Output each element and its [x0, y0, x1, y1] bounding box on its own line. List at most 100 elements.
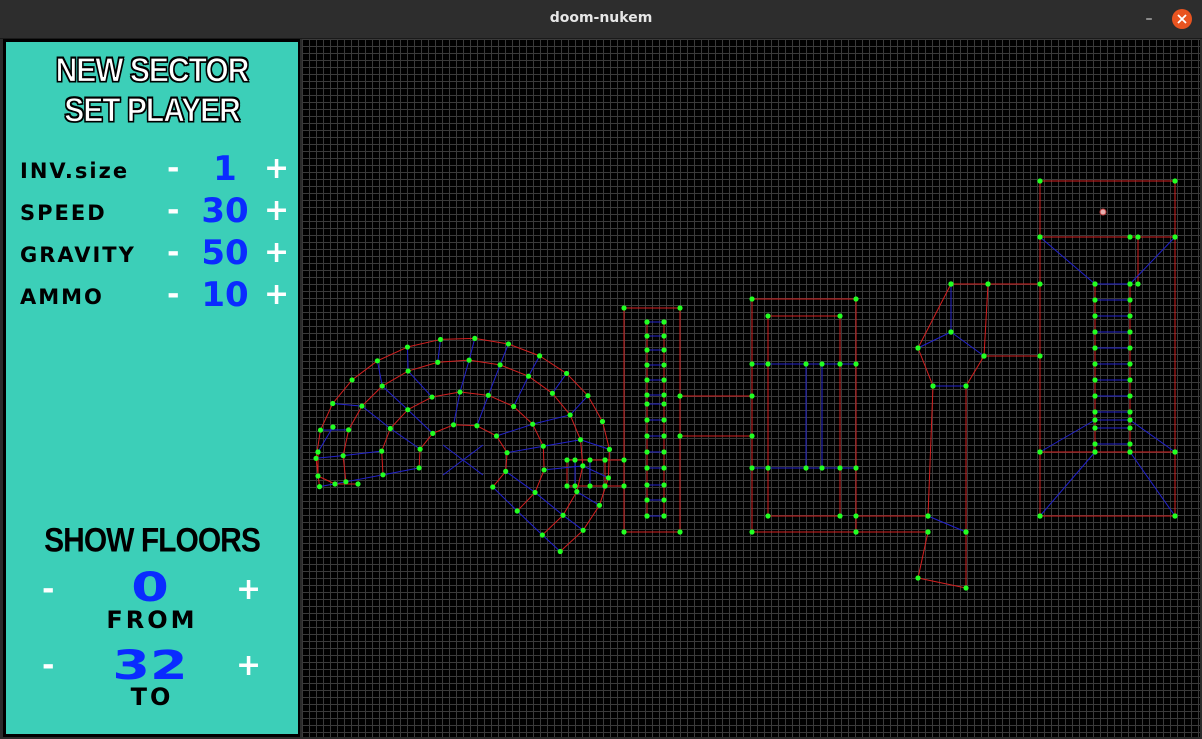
portal-line[interactable]	[1039, 419, 1096, 453]
wall-line[interactable]	[407, 338, 441, 348]
new-sector-button[interactable]: NEW SECTOR	[6, 51, 298, 90]
wall-line[interactable]	[917, 531, 929, 579]
vertex[interactable]	[1127, 417, 1133, 423]
vertex[interactable]	[837, 465, 843, 471]
vertex[interactable]	[621, 529, 627, 535]
vertex[interactable]	[485, 392, 491, 398]
gravity-plus-button[interactable]: +	[264, 238, 289, 268]
vertex[interactable]	[564, 457, 570, 463]
portal-line[interactable]	[315, 455, 344, 459]
wall-line[interactable]	[419, 433, 434, 450]
portal-line[interactable]	[381, 385, 409, 411]
vertex[interactable]	[457, 389, 463, 395]
player-marker[interactable]	[1099, 208, 1107, 216]
vertex[interactable]	[837, 361, 843, 367]
wall-line[interactable]	[582, 505, 600, 531]
portal-line[interactable]	[376, 360, 383, 387]
vertex[interactable]	[644, 497, 650, 503]
wall-line[interactable]	[389, 409, 409, 429]
vertex[interactable]	[560, 512, 566, 518]
wall-line[interactable]	[516, 492, 536, 512]
wall-line[interactable]	[496, 435, 508, 453]
vertex[interactable]	[530, 421, 536, 427]
vertex[interactable]	[644, 465, 650, 471]
vertex[interactable]	[765, 513, 771, 519]
vertex[interactable]	[340, 453, 346, 459]
vertex[interactable]	[1092, 313, 1098, 319]
portal-line[interactable]	[516, 510, 543, 536]
vertex[interactable]	[580, 527, 586, 533]
vertex[interactable]	[661, 449, 667, 455]
vertex[interactable]	[602, 483, 608, 489]
vertex[interactable]	[1172, 449, 1178, 455]
vertex[interactable]	[599, 418, 606, 425]
vertex[interactable]	[417, 446, 423, 452]
vertex[interactable]	[580, 463, 586, 469]
vertex[interactable]	[661, 497, 667, 503]
wall-line[interactable]	[342, 455, 347, 482]
vertex[interactable]	[359, 403, 365, 409]
wall-line[interactable]	[381, 370, 409, 387]
vertex[interactable]	[466, 357, 472, 363]
vertex[interactable]	[374, 358, 381, 364]
vertex[interactable]	[450, 422, 457, 428]
vertex[interactable]	[621, 457, 627, 463]
vertex[interactable]	[1127, 361, 1133, 367]
vertex[interactable]	[765, 313, 771, 319]
vertex[interactable]	[493, 433, 500, 439]
portal-line[interactable]	[580, 439, 610, 450]
wall-line[interactable]	[542, 514, 564, 536]
portal-line[interactable]	[950, 331, 985, 357]
vertex[interactable]	[853, 465, 859, 471]
vertex[interactable]	[819, 361, 825, 367]
wall-line[interactable]	[599, 477, 609, 506]
close-button[interactable]	[1172, 9, 1192, 29]
vertex[interactable]	[1127, 449, 1133, 455]
floor-to-plus-button[interactable]: +	[236, 651, 261, 681]
wall-line[interactable]	[917, 283, 952, 349]
portal-line[interactable]	[1039, 236, 1096, 285]
vertex[interactable]	[1127, 329, 1133, 335]
vertex[interactable]	[661, 377, 667, 383]
wall-line[interactable]	[508, 343, 540, 357]
vertex[interactable]	[1092, 329, 1098, 335]
vertex[interactable]	[563, 370, 570, 377]
vertex[interactable]	[1172, 178, 1178, 184]
vertex[interactable]	[1092, 449, 1098, 455]
vertex[interactable]	[355, 481, 361, 487]
wall-line[interactable]	[476, 425, 497, 437]
vertex[interactable]	[1127, 393, 1133, 399]
floor-from-plus-button[interactable]: +	[236, 575, 261, 605]
wall-line[interactable]	[499, 364, 529, 377]
wall-line[interactable]	[381, 428, 391, 452]
vertex[interactable]	[430, 430, 436, 436]
vertex[interactable]	[644, 377, 650, 383]
wall-line[interactable]	[459, 391, 489, 396]
vertex[interactable]	[765, 465, 771, 471]
wall-line[interactable]	[407, 361, 438, 372]
portal-line[interactable]	[1129, 419, 1176, 453]
vertex[interactable]	[596, 502, 603, 508]
wall-line[interactable]	[601, 421, 610, 450]
vertex[interactable]	[349, 377, 355, 383]
vertex[interactable]	[661, 433, 667, 439]
speed-minus-button[interactable]: -	[167, 196, 179, 226]
vertex[interactable]	[564, 483, 570, 489]
portal-line[interactable]	[917, 331, 952, 349]
vertex[interactable]	[749, 433, 755, 439]
vertex[interactable]	[981, 353, 987, 359]
portal-line[interactable]	[382, 467, 420, 476]
floor-from-minus-button[interactable]: -	[42, 575, 54, 605]
wall-line[interactable]	[542, 446, 545, 470]
vertex[interactable]	[1127, 409, 1133, 415]
vertex[interactable]	[963, 529, 969, 535]
portal-line[interactable]	[528, 355, 541, 377]
vertex[interactable]	[644, 333, 650, 339]
vertex[interactable]	[749, 393, 755, 399]
vertex[interactable]	[605, 475, 612, 481]
portal-line[interactable]	[407, 370, 433, 398]
vertex[interactable]	[661, 513, 667, 519]
wall-line[interactable]	[528, 375, 553, 394]
vertex[interactable]	[405, 407, 411, 413]
vertex[interactable]	[1127, 377, 1133, 383]
